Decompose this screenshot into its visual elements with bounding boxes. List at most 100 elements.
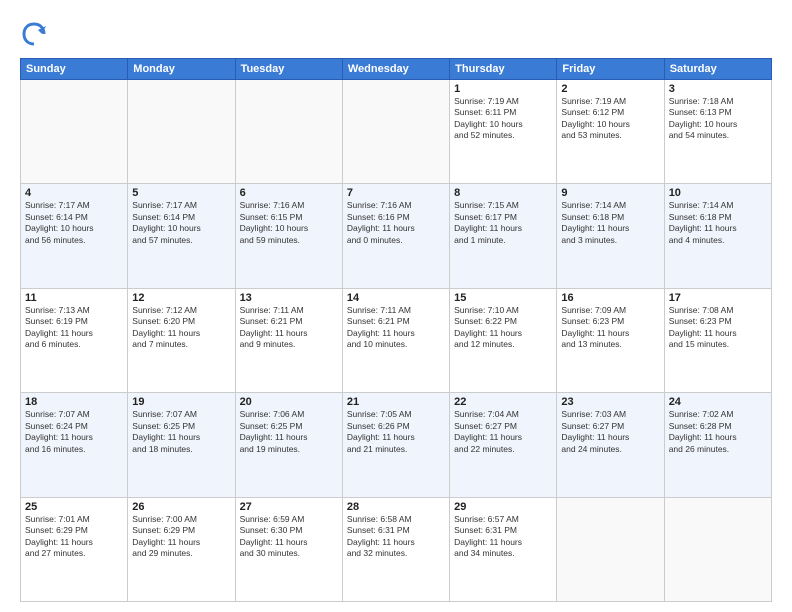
- week-row-0: 1Sunrise: 7:19 AMSunset: 6:11 PMDaylight…: [21, 80, 772, 184]
- calendar-cell: 6Sunrise: 7:16 AMSunset: 6:15 PMDaylight…: [235, 184, 342, 288]
- calendar-cell: 27Sunrise: 6:59 AMSunset: 6:30 PMDayligh…: [235, 497, 342, 601]
- day-number: 29: [454, 501, 552, 513]
- calendar-cell: 4Sunrise: 7:17 AMSunset: 6:14 PMDaylight…: [21, 184, 128, 288]
- header: [20, 16, 772, 48]
- calendar-cell: 10Sunrise: 7:14 AMSunset: 6:18 PMDayligh…: [664, 184, 771, 288]
- day-number: 5: [132, 187, 230, 199]
- calendar-cell: 25Sunrise: 7:01 AMSunset: 6:29 PMDayligh…: [21, 497, 128, 601]
- calendar-cell: [235, 80, 342, 184]
- day-number: 3: [669, 83, 767, 95]
- calendar-cell: 29Sunrise: 6:57 AMSunset: 6:31 PMDayligh…: [450, 497, 557, 601]
- week-row-2: 11Sunrise: 7:13 AMSunset: 6:19 PMDayligh…: [21, 288, 772, 392]
- calendar-cell: 5Sunrise: 7:17 AMSunset: 6:14 PMDaylight…: [128, 184, 235, 288]
- calendar-body: 1Sunrise: 7:19 AMSunset: 6:11 PMDaylight…: [21, 80, 772, 602]
- day-number: 7: [347, 187, 445, 199]
- calendar-cell: 15Sunrise: 7:10 AMSunset: 6:22 PMDayligh…: [450, 288, 557, 392]
- calendar-cell: 18Sunrise: 7:07 AMSunset: 6:24 PMDayligh…: [21, 393, 128, 497]
- day-info: Sunrise: 7:16 AMSunset: 6:15 PMDaylight:…: [240, 200, 338, 246]
- day-number: 25: [25, 501, 123, 513]
- calendar-cell: 26Sunrise: 7:00 AMSunset: 6:29 PMDayligh…: [128, 497, 235, 601]
- calendar-cell: [128, 80, 235, 184]
- week-row-3: 18Sunrise: 7:07 AMSunset: 6:24 PMDayligh…: [21, 393, 772, 497]
- day-info: Sunrise: 7:09 AMSunset: 6:23 PMDaylight:…: [561, 305, 659, 351]
- day-info: Sunrise: 7:19 AMSunset: 6:12 PMDaylight:…: [561, 96, 659, 142]
- day-info: Sunrise: 6:59 AMSunset: 6:30 PMDaylight:…: [240, 514, 338, 560]
- calendar-cell: 8Sunrise: 7:15 AMSunset: 6:17 PMDaylight…: [450, 184, 557, 288]
- day-number: 1: [454, 83, 552, 95]
- day-number: 12: [132, 292, 230, 304]
- day-number: 13: [240, 292, 338, 304]
- day-info: Sunrise: 7:16 AMSunset: 6:16 PMDaylight:…: [347, 200, 445, 246]
- header-saturday: Saturday: [664, 59, 771, 80]
- day-number: 2: [561, 83, 659, 95]
- day-info: Sunrise: 7:07 AMSunset: 6:24 PMDaylight:…: [25, 409, 123, 455]
- calendar-cell: 3Sunrise: 7:18 AMSunset: 6:13 PMDaylight…: [664, 80, 771, 184]
- day-number: 17: [669, 292, 767, 304]
- day-number: 11: [25, 292, 123, 304]
- calendar-table: SundayMondayTuesdayWednesdayThursdayFrid…: [20, 58, 772, 602]
- day-number: 28: [347, 501, 445, 513]
- calendar-cell: 16Sunrise: 7:09 AMSunset: 6:23 PMDayligh…: [557, 288, 664, 392]
- day-number: 23: [561, 396, 659, 408]
- calendar-cell: [664, 497, 771, 601]
- page: SundayMondayTuesdayWednesdayThursdayFrid…: [0, 0, 792, 612]
- day-info: Sunrise: 7:06 AMSunset: 6:25 PMDaylight:…: [240, 409, 338, 455]
- calendar-cell: 20Sunrise: 7:06 AMSunset: 6:25 PMDayligh…: [235, 393, 342, 497]
- calendar-cell: 2Sunrise: 7:19 AMSunset: 6:12 PMDaylight…: [557, 80, 664, 184]
- header-wednesday: Wednesday: [342, 59, 449, 80]
- day-info: Sunrise: 7:17 AMSunset: 6:14 PMDaylight:…: [25, 200, 123, 246]
- day-info: Sunrise: 7:18 AMSunset: 6:13 PMDaylight:…: [669, 96, 767, 142]
- day-number: 21: [347, 396, 445, 408]
- calendar-cell: [342, 80, 449, 184]
- header-sunday: Sunday: [21, 59, 128, 80]
- week-row-1: 4Sunrise: 7:17 AMSunset: 6:14 PMDaylight…: [21, 184, 772, 288]
- calendar-cell: 19Sunrise: 7:07 AMSunset: 6:25 PMDayligh…: [128, 393, 235, 497]
- day-info: Sunrise: 7:08 AMSunset: 6:23 PMDaylight:…: [669, 305, 767, 351]
- day-info: Sunrise: 7:03 AMSunset: 6:27 PMDaylight:…: [561, 409, 659, 455]
- logo: [20, 20, 51, 48]
- calendar-cell: 13Sunrise: 7:11 AMSunset: 6:21 PMDayligh…: [235, 288, 342, 392]
- day-info: Sunrise: 7:12 AMSunset: 6:20 PMDaylight:…: [132, 305, 230, 351]
- day-info: Sunrise: 6:57 AMSunset: 6:31 PMDaylight:…: [454, 514, 552, 560]
- day-number: 22: [454, 396, 552, 408]
- day-info: Sunrise: 7:07 AMSunset: 6:25 PMDaylight:…: [132, 409, 230, 455]
- header-thursday: Thursday: [450, 59, 557, 80]
- day-info: Sunrise: 7:14 AMSunset: 6:18 PMDaylight:…: [669, 200, 767, 246]
- day-number: 24: [669, 396, 767, 408]
- day-info: Sunrise: 7:00 AMSunset: 6:29 PMDaylight:…: [132, 514, 230, 560]
- day-info: Sunrise: 7:14 AMSunset: 6:18 PMDaylight:…: [561, 200, 659, 246]
- day-info: Sunrise: 7:04 AMSunset: 6:27 PMDaylight:…: [454, 409, 552, 455]
- calendar-cell: [21, 80, 128, 184]
- header-friday: Friday: [557, 59, 664, 80]
- day-number: 26: [132, 501, 230, 513]
- calendar-cell: 14Sunrise: 7:11 AMSunset: 6:21 PMDayligh…: [342, 288, 449, 392]
- day-info: Sunrise: 7:01 AMSunset: 6:29 PMDaylight:…: [25, 514, 123, 560]
- calendar-cell: 17Sunrise: 7:08 AMSunset: 6:23 PMDayligh…: [664, 288, 771, 392]
- day-number: 18: [25, 396, 123, 408]
- day-number: 20: [240, 396, 338, 408]
- header-monday: Monday: [128, 59, 235, 80]
- day-number: 6: [240, 187, 338, 199]
- day-number: 16: [561, 292, 659, 304]
- day-info: Sunrise: 7:02 AMSunset: 6:28 PMDaylight:…: [669, 409, 767, 455]
- day-info: Sunrise: 7:10 AMSunset: 6:22 PMDaylight:…: [454, 305, 552, 351]
- day-info: Sunrise: 7:17 AMSunset: 6:14 PMDaylight:…: [132, 200, 230, 246]
- day-info: Sunrise: 6:58 AMSunset: 6:31 PMDaylight:…: [347, 514, 445, 560]
- header-tuesday: Tuesday: [235, 59, 342, 80]
- header-row: SundayMondayTuesdayWednesdayThursdayFrid…: [21, 59, 772, 80]
- day-info: Sunrise: 7:11 AMSunset: 6:21 PMDaylight:…: [240, 305, 338, 351]
- day-number: 19: [132, 396, 230, 408]
- calendar-cell: 22Sunrise: 7:04 AMSunset: 6:27 PMDayligh…: [450, 393, 557, 497]
- day-info: Sunrise: 7:11 AMSunset: 6:21 PMDaylight:…: [347, 305, 445, 351]
- calendar-cell: 12Sunrise: 7:12 AMSunset: 6:20 PMDayligh…: [128, 288, 235, 392]
- day-info: Sunrise: 7:15 AMSunset: 6:17 PMDaylight:…: [454, 200, 552, 246]
- calendar-cell: 23Sunrise: 7:03 AMSunset: 6:27 PMDayligh…: [557, 393, 664, 497]
- day-info: Sunrise: 7:13 AMSunset: 6:19 PMDaylight:…: [25, 305, 123, 351]
- logo-icon: [20, 20, 48, 48]
- day-number: 8: [454, 187, 552, 199]
- calendar-cell: [557, 497, 664, 601]
- day-number: 15: [454, 292, 552, 304]
- day-number: 9: [561, 187, 659, 199]
- day-info: Sunrise: 7:19 AMSunset: 6:11 PMDaylight:…: [454, 96, 552, 142]
- calendar-cell: 24Sunrise: 7:02 AMSunset: 6:28 PMDayligh…: [664, 393, 771, 497]
